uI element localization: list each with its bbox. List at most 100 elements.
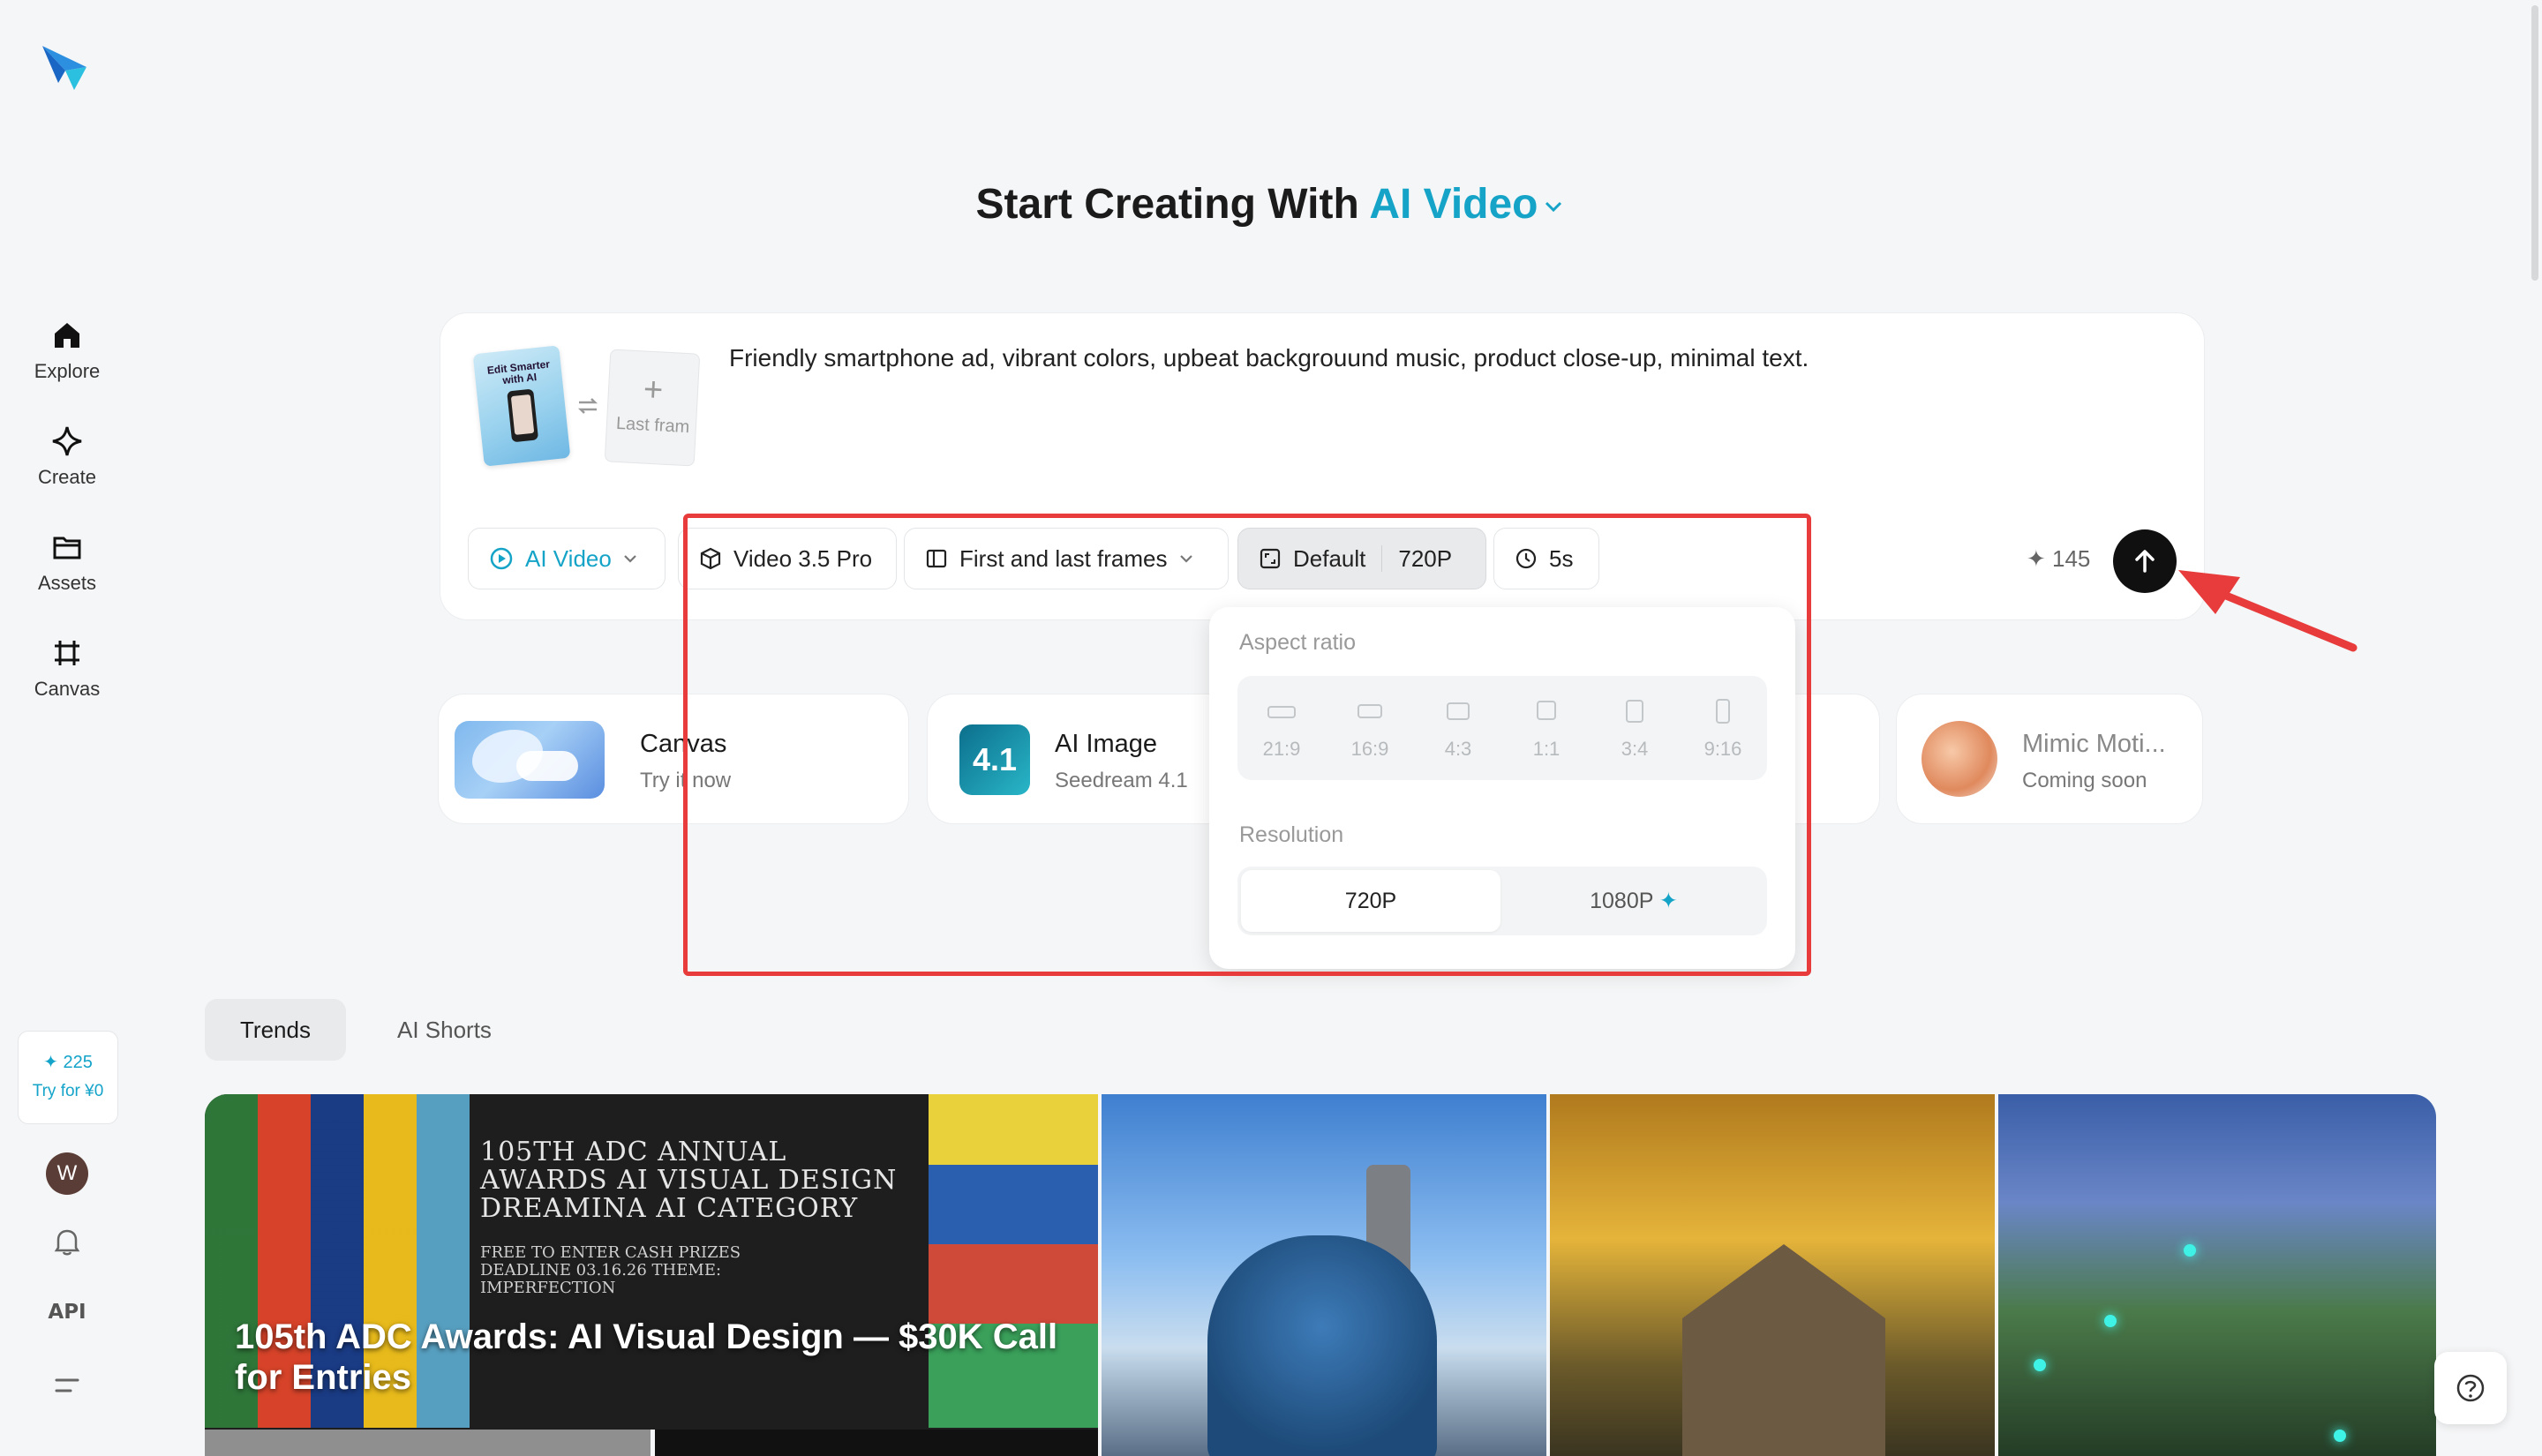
video-mode-icon	[490, 547, 513, 570]
aspect-shape-icon	[1267, 706, 1296, 718]
gallery-caption: 105th ADC Awards: AI Visual Design — $30…	[235, 1317, 1058, 1397]
first-frame-text: Edit Smarter with AI	[486, 357, 551, 387]
last-frame-upload[interactable]: + Last fram	[604, 349, 701, 467]
card-title: Mimic Moti...	[2022, 730, 2166, 758]
aspect-ratio-icon	[1260, 548, 1281, 569]
gallery-item-adc-awards[interactable]: 105TH ADC ANNUAL AWARDS AI VISUAL DESIGN…	[205, 1094, 1098, 1456]
credits-balance: ✦ 225	[43, 1053, 93, 1072]
model-selector[interactable]: Video 3.5 Pro	[678, 528, 897, 589]
gallery-item-cottage[interactable]	[1550, 1094, 1995, 1456]
aspect-option-label: 16:9	[1350, 738, 1389, 760]
sidebar-item-label: Canvas	[34, 678, 101, 700]
sidebar-item-label: Create	[37, 466, 97, 488]
chevron-down-icon	[1179, 555, 1192, 563]
canvas-card[interactable]: Canvas Try it now	[438, 694, 909, 824]
aspect-option-3-4[interactable]: 3:4	[1591, 676, 1679, 780]
gallery-item-robot[interactable]	[1102, 1094, 1546, 1456]
divider	[1381, 545, 1383, 572]
cottage-image	[1682, 1244, 1885, 1456]
menu-icon[interactable]	[53, 1373, 81, 1398]
ratio-label: Default	[1293, 544, 1366, 572]
generate-button[interactable]	[2113, 529, 2177, 593]
firefly-glow	[2184, 1244, 2196, 1257]
gallery-row-below	[205, 1430, 1098, 1456]
card-subtitle: Try it now	[640, 769, 732, 792]
duration-label: 5s	[1549, 544, 1574, 572]
aspect-option-label: 3:4	[1621, 738, 1649, 760]
mode-selector[interactable]: AI Video	[1369, 181, 1566, 228]
canvas-thumbnail	[455, 721, 605, 799]
sidebar-item-explore[interactable]: Explore	[0, 318, 134, 383]
try-free-link[interactable]: Try for ¥0	[19, 1082, 117, 1101]
annotation-arrow	[2178, 570, 2358, 652]
poster-title: 105TH ADC ANNUAL AWARDS AI VISUAL DESIGN…	[480, 1137, 898, 1224]
aspect-ratio-label: Aspect ratio	[1239, 630, 1357, 655]
aspect-shape-icon	[1716, 699, 1730, 724]
generation-cost: ✦ 145	[2027, 545, 2091, 572]
tab-trends[interactable]: Trends	[205, 999, 346, 1061]
credits-card[interactable]: ✦ 225 Try for ¥0	[18, 1031, 118, 1124]
model-selector-label: Video 3.5 Pro	[733, 544, 873, 572]
aspect-shape-icon	[1447, 702, 1470, 720]
sparkle-icon	[52, 426, 82, 456]
help-button[interactable]	[2434, 1352, 2507, 1424]
resolution-options: 720P 1080P ✦	[1237, 867, 1767, 935]
sidebar-item-create[interactable]: Create	[0, 424, 134, 489]
page-title-prefix: Start Creating With	[975, 181, 1359, 228]
firefly-glow	[2334, 1430, 2346, 1442]
aspect-shape-icon	[1626, 700, 1643, 723]
sidebar-item-canvas[interactable]: Canvas	[0, 635, 134, 701]
mode-dropdown-label: AI Video	[525, 544, 612, 572]
aspect-option-9-16[interactable]: 9:16	[1679, 676, 1767, 780]
aspect-option-label: 9:16	[1703, 738, 1742, 760]
prompt-input[interactable]: Friendly smartphone ad, vibrant colors, …	[729, 342, 2141, 374]
question-icon	[2456, 1374, 2485, 1402]
mode-selector-label: AI Video	[1369, 181, 1538, 228]
api-link[interactable]: API	[0, 1301, 134, 1324]
aspect-shape-icon	[1537, 701, 1556, 720]
resolution-section-label: Resolution	[1239, 822, 1344, 847]
sidebar-item-label: Assets	[37, 572, 97, 594]
gallery-item-meadow[interactable]	[1998, 1094, 2436, 1456]
frames-icon	[926, 549, 947, 568]
scrollbar-thumb[interactable]	[2531, 5, 2538, 281]
aspect-option-4-3[interactable]: 4:3	[1414, 676, 1502, 780]
page-title: Start Creating With AI Video	[0, 180, 2542, 229]
crop-icon	[55, 641, 79, 665]
seedream-icon: 4.1	[959, 724, 1030, 795]
clock-icon	[1515, 548, 1537, 569]
mimic-thumbnail	[1922, 721, 1997, 797]
arrow-up-icon	[2135, 550, 2155, 573]
aspect-option-label: 4:3	[1444, 738, 1472, 760]
aspect-option-label: 21:9	[1262, 738, 1301, 760]
bell-icon[interactable]	[53, 1227, 81, 1257]
resolution-option-1080p[interactable]: 1080P ✦	[1504, 870, 1764, 932]
ratio-resolution-popover: Aspect ratio 21:9 16:9 4:3 1:1 3:4 9:16 …	[1209, 607, 1795, 969]
cube-icon	[700, 547, 721, 570]
ratio-resolution-button[interactable]: Default 720P	[1237, 528, 1486, 589]
premium-sparkle-icon: ✦	[1658, 889, 1678, 913]
aspect-ratio-options: 21:9 16:9 4:3 1:1 3:4 9:16	[1237, 676, 1767, 780]
frames-mode-dropdown[interactable]: First and last frames	[904, 528, 1229, 589]
aspect-option-label: 1:1	[1532, 738, 1561, 760]
duration-selector[interactable]: 5s	[1493, 528, 1599, 589]
aspect-option-16-9[interactable]: 16:9	[1326, 676, 1414, 780]
card-title: AI Image	[1055, 730, 1158, 758]
resolution-option-720p[interactable]: 720P	[1241, 870, 1500, 932]
first-frame-thumbnail[interactable]: Edit Smarter with AI	[472, 345, 571, 467]
card-title: Canvas	[640, 730, 727, 758]
trends-gallery: 105TH ADC ANNUAL AWARDS AI VISUAL DESIGN…	[205, 1094, 2436, 1456]
last-frame-label: Last fram	[615, 413, 690, 438]
dreamina-logo[interactable]	[39, 41, 94, 95]
mode-dropdown[interactable]: AI Video	[468, 528, 666, 589]
resolution-label: 720P	[1398, 544, 1453, 572]
aspect-shape-icon	[1357, 704, 1382, 718]
phone-image	[507, 388, 539, 443]
mimic-motion-card[interactable]: Mimic Moti... Coming soon	[1896, 694, 2203, 824]
swap-icon[interactable]	[575, 394, 600, 418]
avatar[interactable]: W	[46, 1152, 88, 1195]
tab-ai-shorts[interactable]: AI Shorts	[362, 999, 527, 1061]
aspect-option-1-1[interactable]: 1:1	[1502, 676, 1591, 780]
sidebar-item-assets[interactable]: Assets	[0, 529, 134, 595]
aspect-option-21-9[interactable]: 21:9	[1237, 676, 1326, 780]
